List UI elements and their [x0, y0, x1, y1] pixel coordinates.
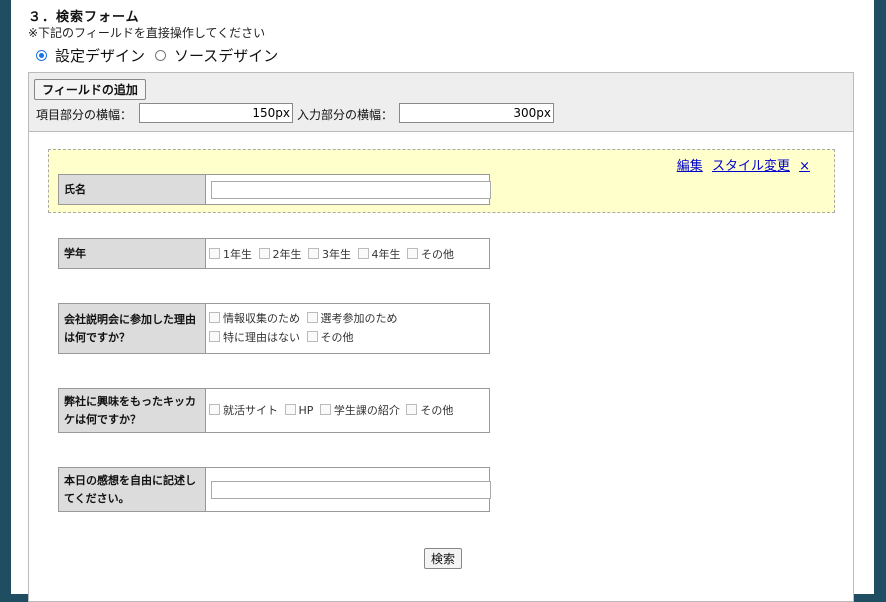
option-label: 学生課の紹介	[333, 404, 400, 417]
impression-text-input[interactable]	[211, 481, 491, 499]
field-row-trigger[interactable]: 弊社に興味をもったキッカケは何ですか？ 就活サイト HP 学生課の紹介 その他	[58, 388, 490, 433]
option-label: その他	[420, 404, 454, 417]
instruction-note: ※下記のフィールドを直接操作してください	[28, 26, 266, 40]
option-label: その他	[320, 331, 354, 344]
checkbox[interactable]	[209, 331, 220, 342]
option-label: その他	[421, 248, 454, 261]
field-row-impression[interactable]: 本日の感想を自由に記述してください。	[58, 467, 491, 512]
remove-field-link[interactable]: ×	[799, 159, 810, 174]
style-change-link[interactable]: スタイル変更	[712, 159, 790, 174]
checkbox[interactable]	[308, 248, 319, 259]
checkbox[interactable]	[319, 404, 331, 415]
checkbox[interactable]	[306, 312, 318, 323]
editor-toolbar: フィールドの追加 項目部分の横幅： 入力部分の横幅：	[29, 73, 853, 132]
option-label: 2年生	[272, 248, 302, 261]
field-row-reason[interactable]: 会社説明会に参加した理由は何ですか？ 情報収集のため 選考参加のため 特に理由は…	[58, 303, 490, 354]
field-label: 弊社に興味をもったキッカケは何ですか？	[59, 389, 206, 432]
search-button[interactable]: 検索	[424, 548, 462, 569]
input-width-label: 入力部分の横幅：	[297, 108, 394, 122]
checkbox[interactable]	[209, 312, 220, 323]
checkbox[interactable]	[258, 248, 270, 259]
page: ３．検索フォーム ※下記のフィールドを直接操作してください 設定デザイン ソース…	[11, 0, 874, 602]
source-mode-radio[interactable]	[155, 50, 167, 61]
form-editor: フィールドの追加 項目部分の横幅： 入力部分の横幅： 編集 スタイル変更 × 氏…	[28, 72, 854, 602]
checkbox[interactable]	[406, 404, 418, 415]
label-width-label: 項目部分の横幅：	[36, 108, 133, 122]
design-mode-selector: 設定デザイン ソースデザイン	[36, 45, 288, 66]
field-input-area	[206, 175, 491, 204]
option-label: 就活サイト	[223, 404, 278, 417]
field-label: 学年	[59, 239, 206, 268]
checkbox[interactable]	[407, 248, 418, 259]
checkbox[interactable]	[357, 248, 369, 259]
field-label: 本日の感想を自由に記述してください。	[59, 468, 206, 511]
checkbox[interactable]	[209, 404, 220, 415]
checkbox[interactable]	[284, 404, 296, 415]
name-text-input[interactable]	[211, 181, 491, 199]
source-mode-label[interactable]: ソースデザイン	[174, 45, 278, 66]
input-width-input[interactable]	[399, 103, 554, 123]
option-label: HP	[298, 404, 314, 417]
option-label: 1年生	[223, 248, 252, 261]
option-label: 情報収集のため	[223, 312, 300, 325]
design-mode-radio[interactable]	[36, 50, 47, 61]
checkbox[interactable]	[306, 331, 318, 342]
option-label: 選考参加のため	[320, 312, 398, 325]
field-input-area: 1年生 2年生 3年生 4年生 その他	[206, 239, 489, 268]
edit-link[interactable]: 編集	[677, 159, 703, 174]
field-input-area: 情報収集のため 選考参加のため 特に理由はない その他	[206, 304, 489, 353]
field-row-name[interactable]: 氏名	[58, 174, 491, 205]
field-input-area: 就活サイト HP 学生課の紹介 その他	[206, 389, 489, 432]
field-input-area	[206, 468, 491, 511]
option-label: 特に理由はない	[223, 331, 300, 344]
option-label: 4年生	[371, 248, 401, 261]
checkbox[interactable]	[209, 248, 220, 259]
field-label: 会社説明会に参加した理由は何ですか？	[59, 304, 206, 353]
label-width-input[interactable]	[139, 103, 293, 123]
section-title: ３．検索フォーム	[28, 10, 140, 25]
field-actions: 編集 スタイル変更 ×	[672, 155, 810, 174]
field-row-grade[interactable]: 学年 1年生 2年生 3年生 4年生 その他	[58, 238, 490, 269]
add-field-button[interactable]: フィールドの追加	[34, 79, 146, 100]
option-label: 3年生	[322, 248, 351, 261]
design-mode-label[interactable]: 設定デザイン	[55, 45, 145, 66]
field-label: 氏名	[59, 175, 206, 204]
